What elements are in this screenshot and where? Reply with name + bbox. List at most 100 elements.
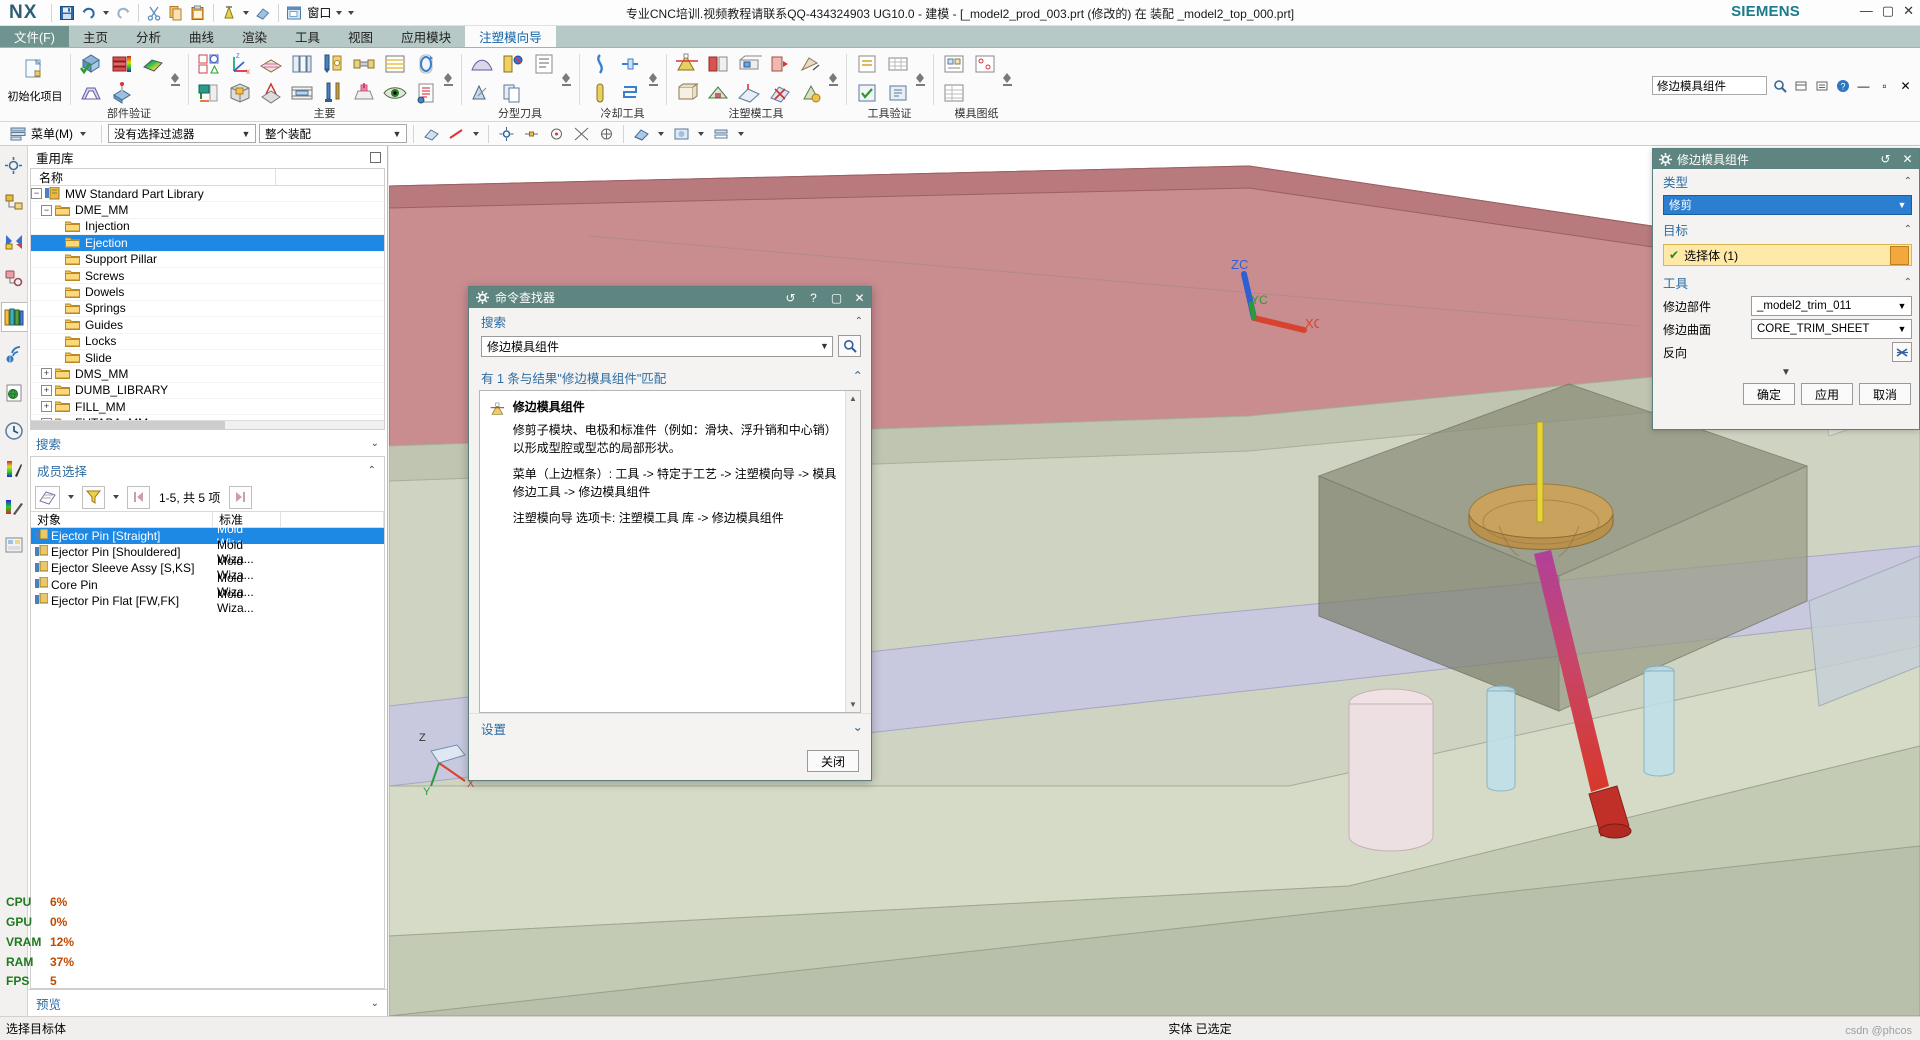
- command-search-magnifier-icon[interactable]: [1771, 77, 1788, 94]
- window-dropdown-icon[interactable]: [336, 10, 343, 15]
- help-icon[interactable]: ?: [1834, 77, 1851, 94]
- tree-expander-icon[interactable]: [51, 303, 62, 314]
- tool-validate-more[interactable]: [913, 69, 927, 88]
- part-section-icon[interactable]: [256, 50, 286, 78]
- help-button[interactable]: ?: [805, 289, 822, 306]
- tree-expander-icon[interactable]: [51, 287, 62, 298]
- rail-internet-icon[interactable]: i: [1, 340, 27, 370]
- member-row[interactable]: Ejector Pin Flat [FW,FK] Mold Wiza...: [31, 587, 384, 615]
- close-button[interactable]: ✕: [851, 289, 868, 306]
- tab-curve[interactable]: 曲线: [175, 26, 228, 47]
- trim-dialog-titlebar[interactable]: 修边模具组件 ↺ ✕: [1653, 149, 1919, 169]
- command-finder-titlebar[interactable]: 命令查找器 ↺ ? ▢ ✕: [469, 287, 871, 308]
- layers-icon[interactable]: [107, 50, 137, 78]
- tree-node[interactable]: − DME_MM: [31, 202, 384, 219]
- rail-reuse-symmetry-icon[interactable]: [1, 226, 27, 256]
- type-combo[interactable]: 修剪 ▼: [1663, 195, 1912, 215]
- tree-node[interactable]: − MW Standard Part Library: [31, 186, 384, 203]
- minimize-ribbon-icon[interactable]: [1792, 77, 1809, 94]
- tree-expander-icon[interactable]: [51, 254, 62, 265]
- cooling-pattern-icon[interactable]: [616, 79, 646, 107]
- tree-node[interactable]: Ejection: [31, 235, 384, 252]
- tree-expander-icon[interactable]: [51, 336, 62, 347]
- type-section-header[interactable]: 类型 ⌃: [1653, 169, 1919, 194]
- rail-history-icon[interactable]: [1, 264, 27, 294]
- parting-tools-more[interactable]: [559, 69, 573, 88]
- edge-patch-icon[interactable]: [734, 50, 764, 78]
- pocket-icon[interactable]: [287, 79, 317, 107]
- result-item[interactable]: 修边模具组件 修剪子模块、电极和标准件（例如：滑块、浮升销和中心销）以形成型腔或…: [480, 391, 860, 542]
- tree-node[interactable]: Dowels: [31, 284, 384, 301]
- settings-section-header[interactable]: 设置 ⌄: [469, 713, 871, 742]
- view-mode-dropdown-icon[interactable]: [68, 495, 74, 499]
- tree-expander-icon[interactable]: [51, 270, 62, 281]
- snap-quadrant-icon[interactable]: [595, 123, 617, 144]
- select-face-icon[interactable]: [420, 123, 442, 144]
- tree-expander-icon[interactable]: +: [41, 384, 52, 396]
- collapse-dialog-toggle[interactable]: ▼: [1653, 364, 1919, 380]
- tab-home[interactable]: 主页: [69, 26, 122, 47]
- cooling-connector-icon[interactable]: [616, 50, 646, 78]
- tree-horizontal-scrollbar[interactable]: [31, 420, 384, 429]
- mold-tools-more[interactable]: [826, 69, 840, 88]
- snap-point-icon[interactable]: [495, 123, 517, 144]
- bom-doc-icon[interactable]: [411, 79, 441, 107]
- select-body-icon[interactable]: [1890, 245, 1909, 265]
- object-transform-icon[interactable]: [796, 50, 826, 78]
- copy-sheet-icon[interactable]: [498, 79, 528, 107]
- part-validate-more[interactable]: [168, 69, 182, 88]
- member-row[interactable]: Core Pin Mold Wiza...: [31, 571, 384, 599]
- doc-minimize-icon[interactable]: —: [1855, 77, 1872, 94]
- hole-table-icon[interactable]: [970, 50, 1000, 78]
- scroll-down-icon[interactable]: ▼: [846, 697, 860, 712]
- selection-filter-combo[interactable]: 没有选择过滤器 ▼: [108, 124, 256, 143]
- view-mode-button[interactable]: [35, 485, 60, 509]
- preview-section-header[interactable]: 预览 ⌄: [28, 989, 387, 1016]
- injection-check-icon[interactable]: [76, 79, 106, 107]
- reset-button[interactable]: ↺: [782, 289, 799, 306]
- close-button[interactable]: 关闭: [807, 750, 859, 772]
- snap-center-icon[interactable]: [545, 123, 567, 144]
- close-button[interactable]: ✕: [1899, 152, 1916, 166]
- tree-expander-icon[interactable]: −: [41, 204, 52, 216]
- chevron-down-icon[interactable]: [698, 131, 704, 136]
- search-section-header[interactable]: 搜索 ⌃: [469, 308, 871, 333]
- trim-mold-component-icon[interactable]: [672, 50, 702, 78]
- cooling-channel-icon[interactable]: [585, 50, 615, 78]
- filter-dropdown-icon[interactable]: [113, 495, 119, 499]
- results-section-header[interactable]: 有 1 条与结果"修边模具组件"匹配 ⌃: [469, 365, 871, 390]
- bom-drawing-icon[interactable]: [939, 79, 969, 107]
- save-icon[interactable]: [56, 2, 78, 24]
- tool-check3-icon[interactable]: [883, 50, 913, 78]
- next-page-button[interactable]: [229, 485, 253, 509]
- cancel-button[interactable]: 取消: [1859, 383, 1911, 405]
- undo-icon[interactable]: [78, 2, 100, 24]
- rail-sketch-icon[interactable]: [1, 492, 27, 522]
- tab-analysis[interactable]: 分析: [122, 26, 175, 47]
- slide-lifter-icon[interactable]: [349, 50, 379, 78]
- tab-render[interactable]: 渲染: [228, 26, 281, 47]
- rail-reuse-library-icon[interactable]: [0, 302, 27, 332]
- rail-system-materials-icon[interactable]: [1, 454, 27, 484]
- window-icon[interactable]: [283, 2, 305, 24]
- rail-roles-icon[interactable]: [1, 530, 27, 560]
- first-page-button[interactable]: [127, 485, 150, 509]
- tree-expander-icon[interactable]: [51, 221, 62, 232]
- tree-node[interactable]: Slide: [31, 350, 384, 367]
- tree-expander-icon[interactable]: [51, 237, 62, 248]
- layer-settings-icon[interactable]: [710, 123, 732, 144]
- search-go-button[interactable]: [838, 335, 861, 357]
- search-input[interactable]: [482, 336, 817, 356]
- search-section-header[interactable]: 搜索 ⌄: [28, 430, 387, 456]
- extend-sheet-icon[interactable]: [734, 79, 764, 107]
- maximize-button[interactable]: ▢: [1882, 4, 1894, 18]
- region-split-icon[interactable]: [498, 50, 528, 78]
- cooling-table-icon[interactable]: [380, 50, 410, 78]
- workpiece-icon[interactable]: [194, 79, 224, 107]
- cooling-rod-icon[interactable]: [585, 79, 615, 107]
- minimize-button[interactable]: —: [1860, 4, 1873, 18]
- tree-node[interactable]: Support Pillar: [31, 252, 384, 268]
- mold-base-icon[interactable]: [287, 50, 317, 78]
- chevron-down-icon[interactable]: ▼: [817, 341, 832, 351]
- parting-surface-icon[interactable]: [467, 50, 497, 78]
